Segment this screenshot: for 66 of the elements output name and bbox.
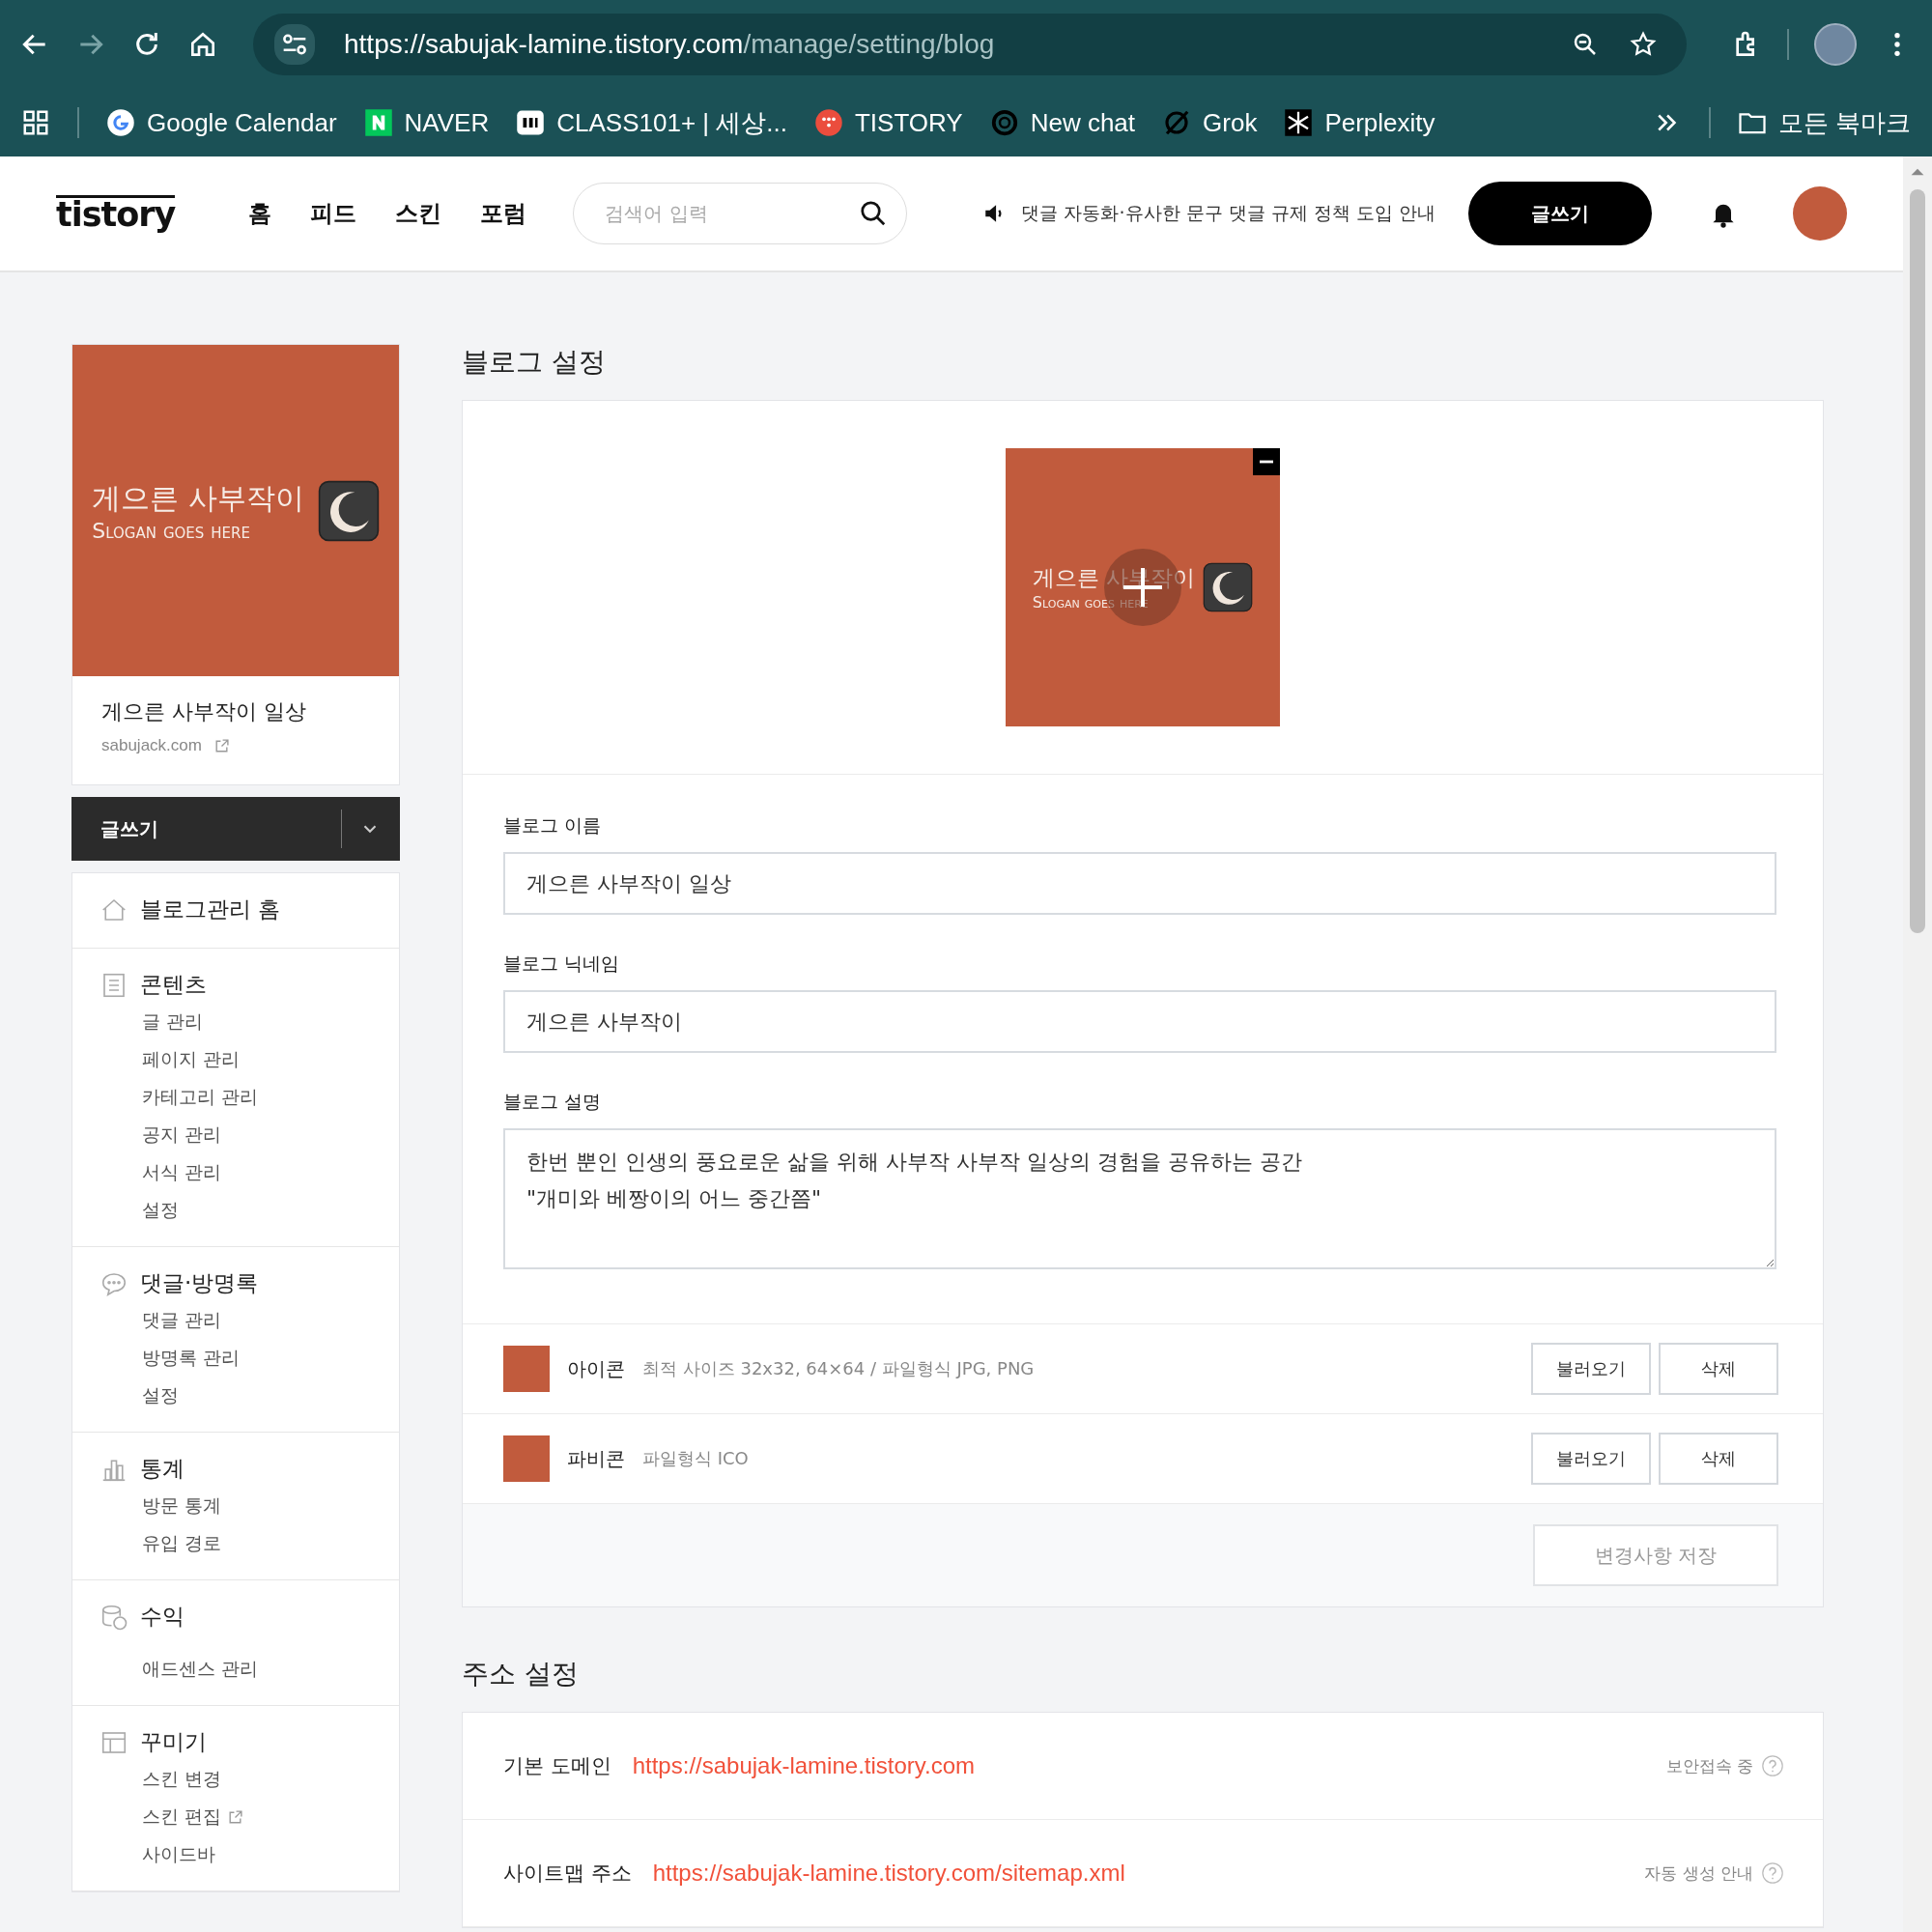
write-post-bar[interactable]: 글쓰기 (71, 797, 400, 861)
tistory-logo[interactable]: tistory (56, 195, 176, 232)
sidebar-item[interactable]: 카테고리 관리 (142, 1085, 372, 1110)
sidebar-section-link[interactable]: 댓글·방명록 (140, 1268, 259, 1298)
nav-link[interactable]: 홈 (248, 198, 272, 229)
sidebar-item[interactable]: 공지 관리 (142, 1122, 372, 1148)
nav-link[interactable]: 포럼 (480, 198, 527, 229)
banner-slogan: Slogan goes here (92, 518, 251, 543)
sidebar-item[interactable]: 서식 관리 (142, 1160, 372, 1185)
sidebar-item[interactable]: 글 관리 (142, 1009, 372, 1035)
bookmark[interactable]: Google Calendar (106, 107, 337, 138)
image-action-button[interactable]: 삭제 (1659, 1343, 1778, 1395)
section-title: 블로그 설정 (462, 345, 607, 380)
sidebar-item[interactable]: 애드센스 관리 (142, 1657, 372, 1682)
sidebar-section-link[interactable]: 블로그관리 홈 (140, 895, 281, 924)
image-label: 파비콘 (567, 1445, 625, 1472)
blog-name: 게으른 사부작이 일상 (101, 698, 307, 725)
write-post-label[interactable]: 글쓰기 (100, 815, 341, 842)
nav-link[interactable]: 피드 (310, 198, 357, 229)
bookmark[interactable]: TISTORY (813, 107, 963, 138)
section-title: 주소 설정 (462, 1657, 580, 1691)
nav-link[interactable]: 스킨 (395, 198, 442, 229)
blog-domain-link[interactable]: sabujack.com (101, 736, 370, 755)
sidebar-section-link[interactable]: 콘텐츠 (140, 970, 207, 1000)
address-link[interactable]: https://sabujak-lamine.tistory.com/sitemap.xml (652, 1860, 1125, 1887)
sidebar-item[interactable]: 유입 경로 (142, 1531, 372, 1556)
sidebar-item[interactable]: 페이지 관리 (142, 1047, 372, 1072)
image-action-button[interactable]: 불러오기 (1531, 1433, 1651, 1485)
sidebar-item[interactable]: 설정 (142, 1383, 372, 1408)
banner-title: 게으른 사부작이 (92, 479, 304, 517)
image-hint: 최적 사이즈 32x32, 64×64 / 파일형식 JPG, PNG (642, 1357, 1035, 1380)
sidebar-section-link[interactable]: 통계 (140, 1454, 185, 1484)
field-label: 블로그 설명 (503, 1090, 603, 1114)
text-area[interactable]: 한번 뿐인 인생의 풍요로운 삶을 위해 사부작 사부작 일상의 경험을 공유하는 공간 "개미와 베짱이의 어느 중간쯤" (503, 1128, 1776, 1269)
field-label: 블로그 닉네임 (503, 952, 621, 976)
address-note: 자동 생성 안내 (1644, 1861, 1753, 1885)
bookmark[interactable]: Grok (1162, 107, 1258, 138)
text-field[interactable]: 게으른 사부작이 (503, 990, 1776, 1053)
field-label: 블로그 이름 (503, 813, 603, 838)
bookmark-folder[interactable]: 모든 북마크 (1737, 105, 1911, 140)
sidebar-section-link[interactable]: 수익 (140, 1602, 185, 1632)
image-action-button[interactable]: 불러오기 (1531, 1343, 1651, 1395)
bookmark[interactable]: CLASS101+ | 세상... (516, 105, 787, 140)
bookmark[interactable]: Perplexity (1284, 107, 1435, 138)
sidebar-item[interactable]: 스킨 편집 (142, 1804, 372, 1830)
address-label: 사이트맵 주소 (503, 1861, 632, 1887)
sidebar-item[interactable]: 댓글 관리 (142, 1308, 372, 1333)
bookmark[interactable]: NAVER (363, 107, 490, 138)
address-bar[interactable]: https://sabujak-lamine.tistory.com/manage/setting/blog (253, 14, 1687, 75)
address-label: 기본 도메인 (503, 1753, 611, 1779)
image-hint: 파일형식 ICO (642, 1447, 749, 1470)
sidebar-item[interactable]: 방문 통계 (142, 1493, 372, 1519)
bookmark[interactable]: New chat (989, 107, 1136, 138)
write-button[interactable]: 글쓰기 (1468, 182, 1652, 245)
search-field[interactable]: 검색어 입력 (573, 183, 908, 244)
sidebar-item[interactable]: 방명록 관리 (142, 1346, 372, 1371)
image-action-button[interactable]: 삭제 (1659, 1433, 1778, 1485)
address-note: 보안접속 중 (1665, 1754, 1753, 1777)
text-field[interactable]: 게으른 사부작이 일상 (503, 852, 1776, 915)
address-link[interactable]: https://sabujak-lamine.tistory.com (632, 1752, 976, 1779)
sidebar-item[interactable]: 사이드바 (142, 1842, 372, 1867)
sidebar-item[interactable]: 스킨 변경 (142, 1767, 372, 1792)
notice-link[interactable]: 댓글 자동화·유사한 문구 댓글 규제 정책 도입 안내 (1021, 201, 1435, 226)
image-label: 아이콘 (567, 1355, 625, 1382)
sidebar-item[interactable]: 설정 (142, 1198, 372, 1223)
sidebar-section-link[interactable]: 꾸미기 (140, 1727, 207, 1757)
